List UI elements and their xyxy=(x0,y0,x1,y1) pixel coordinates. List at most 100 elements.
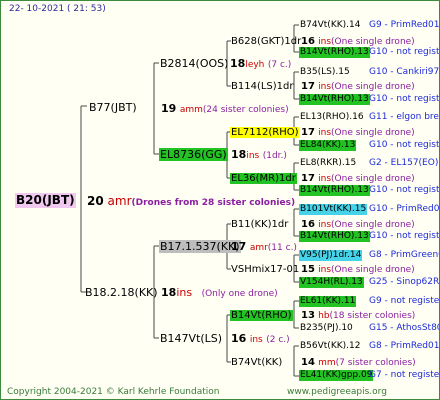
gen3-c-id[interactable]: EL7112(RHO) xyxy=(230,127,300,138)
gen2-b-stats: 19 amm(24 sister colonies) xyxy=(161,102,289,117)
gen4-code: G25 - Sinop62R xyxy=(369,277,440,287)
gen3-d-note: (One single drone) xyxy=(331,174,415,184)
gen4-code: G11 - elgon breed xyxy=(369,112,439,122)
gen4-id[interactable]: B14Vt(RHO).13 xyxy=(299,94,370,105)
gen4-id[interactable]: EL41(KK)gpp.09 xyxy=(299,370,374,381)
gen3-a-age: 16 xyxy=(301,36,315,47)
gen4-id[interactable]: V95(PJ)1dr.14 xyxy=(299,250,363,261)
gen2-d-stats: 17 amr(11 c.) xyxy=(231,240,297,255)
gen2-a-note: (7 c.) xyxy=(267,60,292,70)
gen4-code: G8 - PrimRed01 xyxy=(369,341,440,351)
gen3-h-abbr: mm xyxy=(318,358,336,368)
gen4-code: G2 - EL157(EO) xyxy=(369,158,439,168)
gen4-id[interactable]: EL13(RHO).16 xyxy=(299,112,365,123)
gen2-c-note: (1dr.) xyxy=(262,151,287,161)
root-stats: 20 amr(Drones from 28 sister colonies) xyxy=(87,194,295,210)
gen2-d-abbr: amr xyxy=(249,243,268,253)
gen3-h-id[interactable]: B74Vt(KK) xyxy=(231,357,282,368)
gen3-b-age: 17 xyxy=(301,81,315,92)
gen2-a-id[interactable]: B2814(OOS) xyxy=(160,57,228,70)
gen4-id[interactable]: B56Vt(KK).12 xyxy=(299,341,361,352)
gen2-c-stats: 18ins (1dr.) xyxy=(231,148,287,163)
gen4-id[interactable]: B35(LS).15 xyxy=(299,67,351,78)
gen4-code: G10 - not registe xyxy=(369,47,440,57)
gen3-h-note: (7 sister colonies) xyxy=(335,358,416,368)
gen4-code: G9 - not registe xyxy=(369,296,440,306)
gen3-c-stats: 17 ins(One single drone) xyxy=(301,127,415,139)
gen3-c-age: 17 xyxy=(301,127,315,138)
gen3-e-id[interactable]: B11(KK)1dr xyxy=(231,219,288,230)
gen3-e-note: (One single drone) xyxy=(331,220,415,230)
gen3-b-abbr: ins xyxy=(318,82,332,92)
gen2-c-abbr: ins xyxy=(246,151,260,161)
root-abbr: amr xyxy=(107,194,132,208)
gen4-id[interactable]: B101Vt(KK).15 xyxy=(299,204,368,215)
gen2-b-age: 19 xyxy=(161,102,177,115)
gen3-d-abbr: ins xyxy=(318,174,332,184)
gen3-g-id[interactable]: B14Vt(RHO) xyxy=(230,310,293,321)
gen2-c-id[interactable]: EL8736(GG) xyxy=(159,148,228,161)
gen4-id[interactable]: B14Vt(RHO).13 xyxy=(299,47,370,58)
gen3-d-age: 17 xyxy=(301,173,315,184)
website-link[interactable]: www.pedigreeapis.org xyxy=(287,387,387,398)
gen4-id[interactable]: B14Vt(RHO).13 xyxy=(299,231,370,242)
gen4-code: G9 - PrimRed01 xyxy=(369,20,440,30)
gen2-e-id[interactable]: B147Vt(LS) xyxy=(160,332,222,345)
gen1-dam-note: (Only one drone) xyxy=(201,289,278,299)
gen3-a-note: (One single drone) xyxy=(331,37,415,47)
gen3-e-abbr: ins xyxy=(318,220,332,230)
gen2-e-abbr: ins xyxy=(249,335,263,345)
gen4-id[interactable]: B74Vt(KK).14 xyxy=(299,20,361,31)
gen4-id[interactable]: V154H(RL).13 xyxy=(299,277,364,288)
connector-b77 xyxy=(153,62,159,155)
gen3-c-abbr: ins xyxy=(318,128,332,138)
root-id[interactable]: B20(JBT) xyxy=(15,193,76,208)
gen4-code: G10 - not registe xyxy=(369,140,440,150)
gen3-d-stats: 17 ins(One single drone) xyxy=(301,173,415,185)
gen3-h-age: 14 xyxy=(301,357,315,368)
gen2-a-stats: 18leyh (7 c.) xyxy=(230,57,291,72)
gen1-sire-id[interactable]: B77(JBT) xyxy=(89,101,137,114)
gen2-b-abbr: amm xyxy=(179,105,203,115)
gen1-dam-stats: 18ins (Only one drone) xyxy=(161,286,278,301)
gen1-dam-age: 18 xyxy=(161,286,177,299)
root-age: 20 xyxy=(87,194,104,208)
gen4-code: G10 - not registe xyxy=(369,185,440,195)
gen4-code: G10 - PrimRed01 xyxy=(369,204,440,214)
gen4-code: G10 - Cankiri97Q xyxy=(369,67,440,77)
gen3-c-note: (One single drone) xyxy=(331,128,415,138)
gen4-id[interactable]: B14Vt(RHO).13 xyxy=(299,185,370,196)
gen1-dam-abbr: ins xyxy=(176,286,193,299)
gen2-c-age: 18 xyxy=(231,148,247,161)
gen2-e-note: (2 c.) xyxy=(266,335,290,345)
gen4-code: G10 - not registe xyxy=(369,231,440,241)
gen3-b-stats: 17 ins(One single drone) xyxy=(301,81,415,93)
gen1-dam-id[interactable]: B18.2.18(KK) xyxy=(85,286,158,299)
gen4-code: G7 - not registe xyxy=(369,370,440,380)
gen3-h-stats: 14 mm(7 sister colonies) xyxy=(301,357,416,369)
timestamp: 22- 10-2021 ( 21: 53) xyxy=(9,4,106,14)
gen2-d-age: 17 xyxy=(231,240,247,253)
gen2-a-age: 18 xyxy=(230,57,246,70)
gen4-id[interactable]: EL61(KK).11 xyxy=(299,296,357,307)
gen3-f-stats: 15 ins(One single drone) xyxy=(301,264,415,276)
gen2-b-note: (24 sister colonies) xyxy=(202,105,289,115)
gen2-e-age: 16 xyxy=(231,332,247,345)
gen4-id[interactable]: EL8(RKR).15 xyxy=(299,158,357,169)
copyright: Copyright 2004-2021 © Karl Kehrle Founda… xyxy=(7,387,220,397)
gen4-id[interactable]: EL84(KK).13 xyxy=(299,140,357,151)
gen4-code: G15 - AthosSt80R xyxy=(369,323,439,333)
gen3-e-age: 16 xyxy=(301,219,315,230)
gen3-f-note: (One single drone) xyxy=(331,265,415,275)
root-note: (Drones from 28 sister colonies) xyxy=(131,198,296,208)
gen2-d-id[interactable]: B17.1.537(KK) xyxy=(159,240,241,253)
gen2-d-note: (11 c.) xyxy=(267,243,297,253)
gen3-a-id[interactable]: B628(GKT)1dr xyxy=(231,36,301,47)
gen3-g2-stats: 13 hb(18 sister colonies) xyxy=(301,310,415,322)
gen4-id[interactable]: B235(PJ).10 xyxy=(299,323,354,334)
gen3-d-id[interactable]: EL36(MR)1dr xyxy=(230,173,297,184)
gen3-b-id[interactable]: B114(LS)1dr xyxy=(231,81,294,92)
gen3-f-id[interactable]: VSHmix17-01 xyxy=(231,264,299,275)
gen3-e-stats: 16 ins(One single drone) xyxy=(301,219,415,231)
pedigree-frame: 22- 10-2021 ( 21: 53) B20(JBT) 20 amr(Dr… xyxy=(0,0,440,400)
